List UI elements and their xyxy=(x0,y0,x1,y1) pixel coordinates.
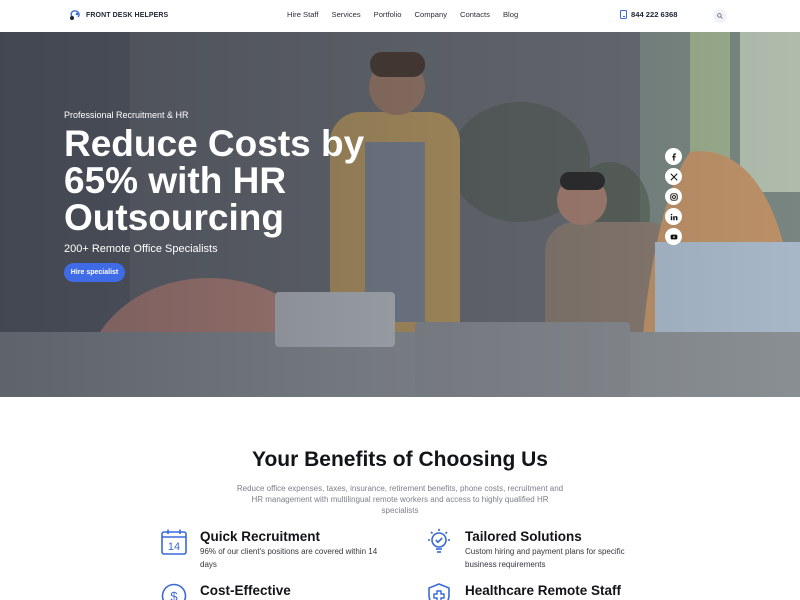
calendar-icon-text: 14 xyxy=(168,541,180,553)
linkedin-link[interactable] xyxy=(665,208,682,225)
site-header: FRONT DESK HELPERS Hire Staff Services P… xyxy=(0,0,800,32)
benefit-text-tailored-solutions: Custom hiring and payment plans for spec… xyxy=(465,547,625,569)
benefit-title-healthcare-remote-staff: Healthcare Remote Staff xyxy=(465,583,622,598)
youtube-link[interactable] xyxy=(665,228,682,245)
logo-icon xyxy=(70,10,80,20)
dollar-coin-icon: $ xyxy=(161,583,187,600)
search-button[interactable] xyxy=(713,9,727,23)
benefit-text-quick-recruitment: 96% of our client's positions are covere… xyxy=(200,547,378,569)
hero-kicker: Professional Recruitment & HR xyxy=(64,110,189,120)
youtube-icon xyxy=(670,234,677,239)
phone-icon xyxy=(620,10,627,19)
nav-blog[interactable]: Blog xyxy=(503,10,518,19)
instagram-icon xyxy=(669,192,678,201)
hire-specialist-button[interactable]: Hire specialist xyxy=(64,263,125,282)
x-icon xyxy=(669,172,678,181)
calendar-icon: 14 xyxy=(161,529,187,555)
nav-portfolio[interactable]: Portfolio xyxy=(374,10,402,19)
instagram-link[interactable] xyxy=(665,188,682,205)
lightbulb-check-icon xyxy=(428,528,450,553)
hero-headline: Reduce Costs by 65% with HR Outsourcing xyxy=(64,123,365,238)
benefit-title-cost-effective: Cost-Effective xyxy=(200,583,291,598)
nav-company[interactable]: Company xyxy=(415,10,448,19)
nav-services[interactable]: Services xyxy=(332,10,361,19)
facebook-link[interactable] xyxy=(665,148,682,165)
benefit-title-quick-recruitment: Quick Recruitment xyxy=(200,529,321,544)
benefits-description: Reduce office expenses, taxes, insurance… xyxy=(236,484,564,515)
main-nav: Hire Staff Services Portfolio Company Co… xyxy=(287,10,531,19)
phone-number: 844 222 6368 xyxy=(631,10,678,19)
svg-text:$: $ xyxy=(170,589,178,600)
phone-link[interactable]: 844 222 6368 xyxy=(620,10,677,19)
nav-hire-staff[interactable]: Hire Staff xyxy=(287,10,319,19)
hero-subhead: 200+ Remote Office Specialists xyxy=(64,243,218,255)
medical-shield-icon xyxy=(428,583,450,600)
x-link[interactable] xyxy=(665,168,682,185)
benefit-title-tailored-solutions: Tailored Solutions xyxy=(465,529,582,544)
linkedin-icon xyxy=(670,213,677,220)
social-links xyxy=(665,148,682,245)
logo[interactable]: FRONT DESK HELPERS xyxy=(68,9,168,22)
benefits-title: Your Benefits of Choosing Us xyxy=(252,448,548,471)
search-icon xyxy=(717,13,723,19)
nav-contacts[interactable]: Contacts xyxy=(460,10,490,19)
hero-section: Professional Recruitment & HR Reduce Cos… xyxy=(0,32,800,397)
logo-text: FRONT DESK HELPERS xyxy=(86,12,169,19)
facebook-icon xyxy=(671,152,676,161)
